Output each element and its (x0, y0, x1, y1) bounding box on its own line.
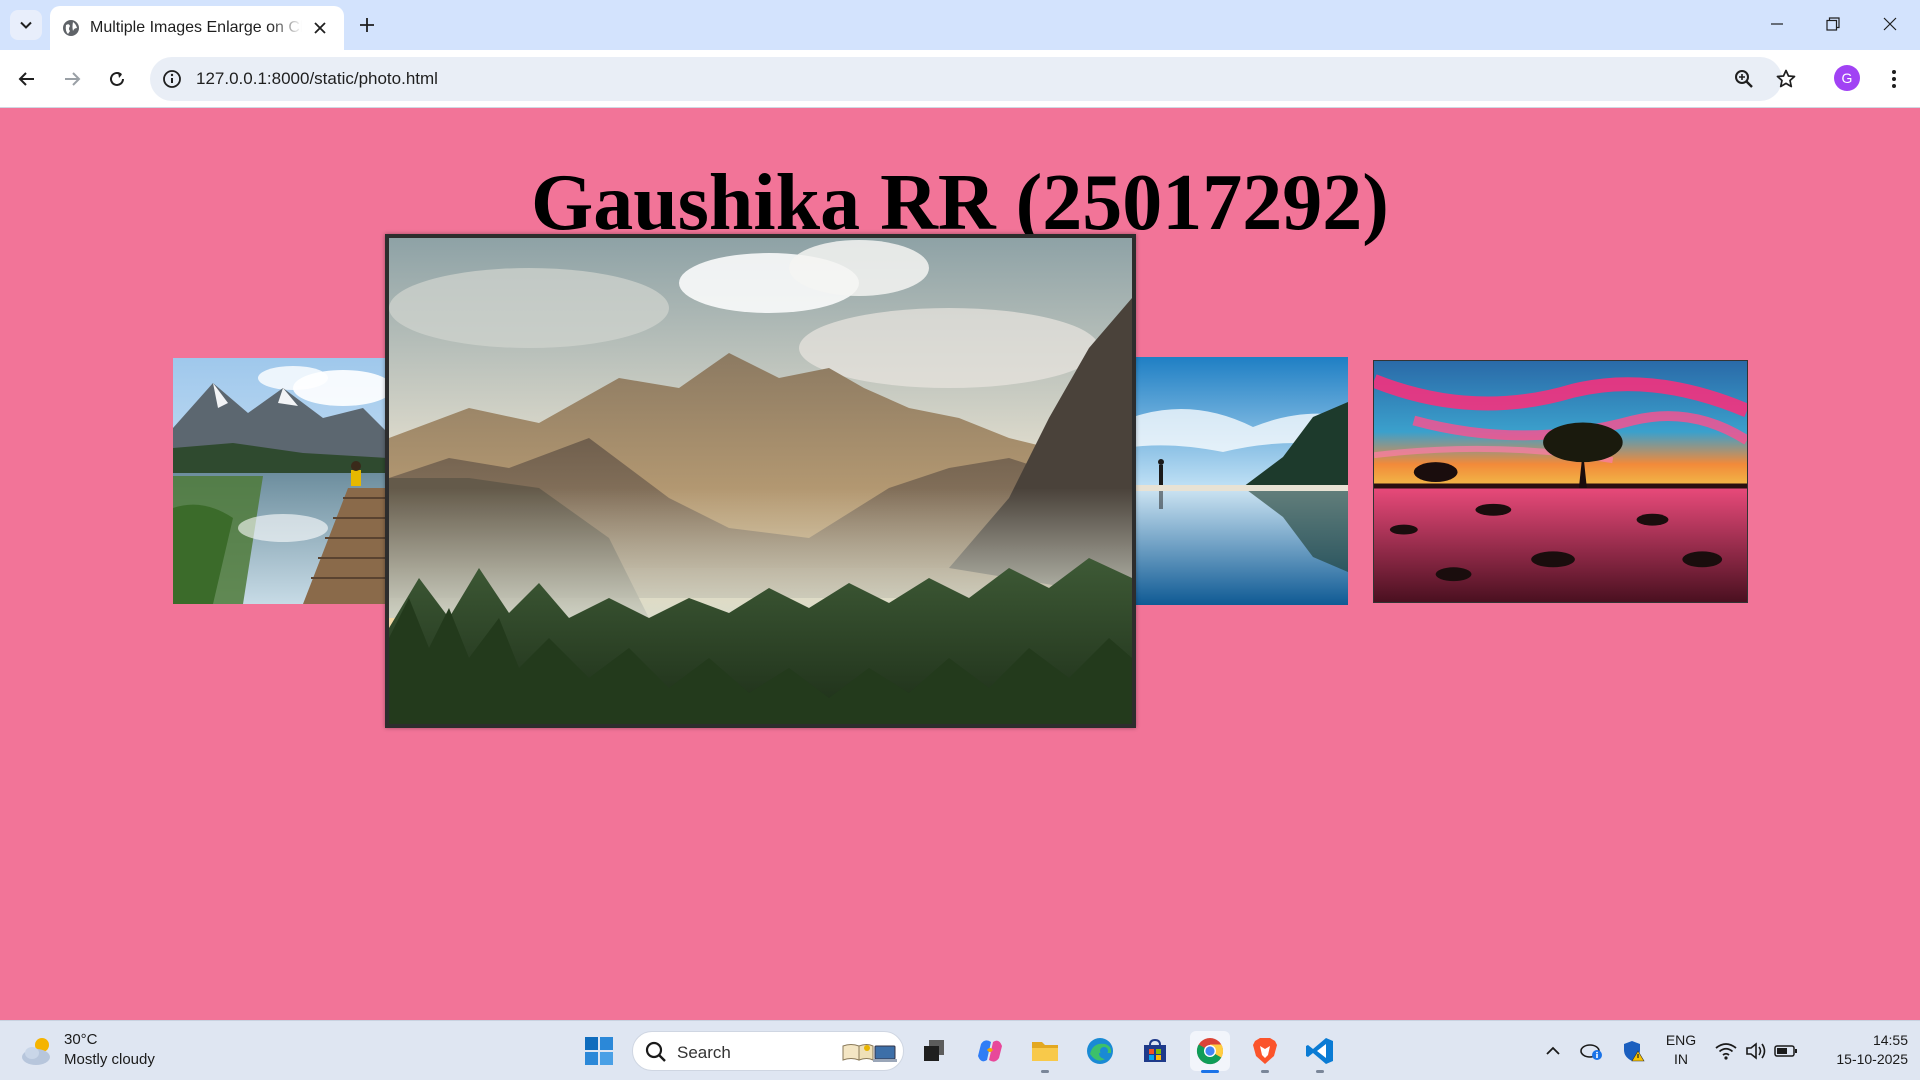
plus-icon (360, 18, 374, 32)
active-indicator (1201, 1070, 1219, 1073)
profile-avatar[interactable]: G (1834, 65, 1860, 91)
tab-close-button[interactable] (310, 18, 330, 38)
restore-button[interactable] (1813, 8, 1853, 40)
arrow-left-icon (18, 72, 34, 86)
region-code: IN (1674, 1051, 1688, 1067)
copilot-icon (978, 1040, 1002, 1062)
more-vertical-icon (1892, 70, 1896, 88)
search-highlight-icon (842, 1044, 897, 1062)
cloud-info-icon (1580, 1044, 1602, 1060)
info-icon[interactable] (162, 69, 182, 89)
sunset-tree-photo (1374, 361, 1747, 602)
store-button[interactable] (1135, 1031, 1175, 1071)
address-bar[interactable]: 127.0.0.1:8000/static/photo.html (150, 57, 1782, 101)
forward-button[interactable] (56, 63, 88, 95)
cloudy-weather-icon[interactable] (20, 1035, 56, 1067)
wifi-icon (1715, 1043, 1737, 1060)
chevron-up-icon (1546, 1046, 1560, 1055)
beach-hiker-photo (1133, 357, 1348, 605)
weather-temperature[interactable]: 30°C (64, 1031, 98, 1048)
search-icon (645, 1041, 666, 1062)
running-indicator (1261, 1070, 1269, 1073)
file-explorer-button[interactable] (1025, 1031, 1065, 1073)
windows-start-icon[interactable] (583, 1035, 615, 1067)
weather-description[interactable]: Mostly cloudy (64, 1051, 155, 1068)
speaker-icon (1746, 1042, 1766, 1060)
url-text[interactable]: 127.0.0.1:8000/static/photo.html (196, 69, 438, 89)
tab-search-button[interactable] (10, 10, 42, 40)
page-title: Gaushika RR (25017292) (531, 159, 1389, 247)
globe-icon (63, 20, 79, 36)
bookmark-button[interactable] (1774, 67, 1798, 91)
new-tab-button[interactable] (354, 12, 380, 38)
battery-icon (1774, 1045, 1797, 1057)
mountain-forest-photo (389, 238, 1132, 724)
reload-icon (110, 71, 124, 86)
chevron-down-icon (20, 21, 32, 29)
running-indicator (1041, 1070, 1049, 1073)
brave-icon (1253, 1038, 1277, 1064)
shield-warning-icon (1624, 1041, 1645, 1062)
gallery-image-3[interactable] (1133, 357, 1348, 605)
browser-tab[interactable]: Multiple Images Enlarge on Click (50, 6, 344, 50)
close-window-button[interactable] (1870, 8, 1910, 40)
browser-toolbar: 127.0.0.1:8000/static/photo.html G (0, 50, 1920, 108)
file-explorer-icon (1032, 1042, 1058, 1061)
minimize-icon (1771, 23, 1783, 25)
minimize-button[interactable] (1757, 8, 1797, 40)
vscode-button[interactable] (1300, 1031, 1340, 1073)
show-hidden-icons-button[interactable] (1541, 1039, 1565, 1063)
restore-icon (1826, 17, 1840, 31)
close-icon (1883, 17, 1897, 31)
gallery-image-1[interactable] (173, 358, 388, 604)
store-icon (1144, 1038, 1166, 1062)
tab-title: Multiple Images Enlarge on Click (90, 19, 302, 36)
onedrive-tray[interactable] (1580, 1039, 1604, 1063)
taskbar-search[interactable]: Search (632, 1031, 904, 1071)
edge-icon (1087, 1038, 1113, 1064)
vscode-icon (1306, 1038, 1333, 1064)
zoom-button[interactable] (1732, 67, 1756, 91)
brave-button[interactable] (1245, 1031, 1285, 1073)
clock-date: 15-10-2025 (1836, 1051, 1908, 1067)
task-view-button[interactable] (914, 1031, 954, 1071)
arrow-right-icon (65, 72, 81, 86)
reload-button[interactable] (101, 63, 133, 95)
security-tray[interactable] (1622, 1039, 1646, 1063)
browser-menu-button[interactable] (1882, 67, 1906, 91)
close-icon (314, 22, 326, 34)
taskbar: 30°C Mostly cloudy Search ENG IN 14:55 1… (0, 1020, 1920, 1080)
wifi-tray[interactable] (1714, 1039, 1738, 1063)
language-code: ENG (1665, 1032, 1697, 1048)
chrome-icon (1196, 1038, 1224, 1065)
zoom-in-icon (1735, 70, 1753, 88)
lake-pier-photo (173, 358, 388, 604)
language-indicator[interactable]: ENG IN (1660, 1031, 1702, 1069)
back-button[interactable] (11, 63, 43, 95)
task-view-icon (924, 1040, 944, 1061)
search-placeholder: Search (677, 1043, 731, 1062)
edge-button[interactable] (1080, 1031, 1120, 1071)
page-content: Gaushika RR (25017292) (0, 109, 1920, 1020)
chrome-button[interactable] (1190, 1031, 1230, 1073)
battery-tray[interactable] (1774, 1039, 1798, 1063)
tab-strip: Multiple Images Enlarge on Click (0, 0, 1920, 50)
volume-tray[interactable] (1744, 1039, 1768, 1063)
gallery-image-4[interactable] (1373, 360, 1748, 603)
copilot-button[interactable] (970, 1031, 1010, 1071)
gallery-image-2-enlarged[interactable] (385, 234, 1136, 728)
star-icon (1776, 69, 1796, 88)
clock-time: 14:55 (1872, 1032, 1908, 1048)
running-indicator (1316, 1070, 1324, 1073)
clock[interactable]: 14:55 15-10-2025 (1808, 1031, 1908, 1069)
